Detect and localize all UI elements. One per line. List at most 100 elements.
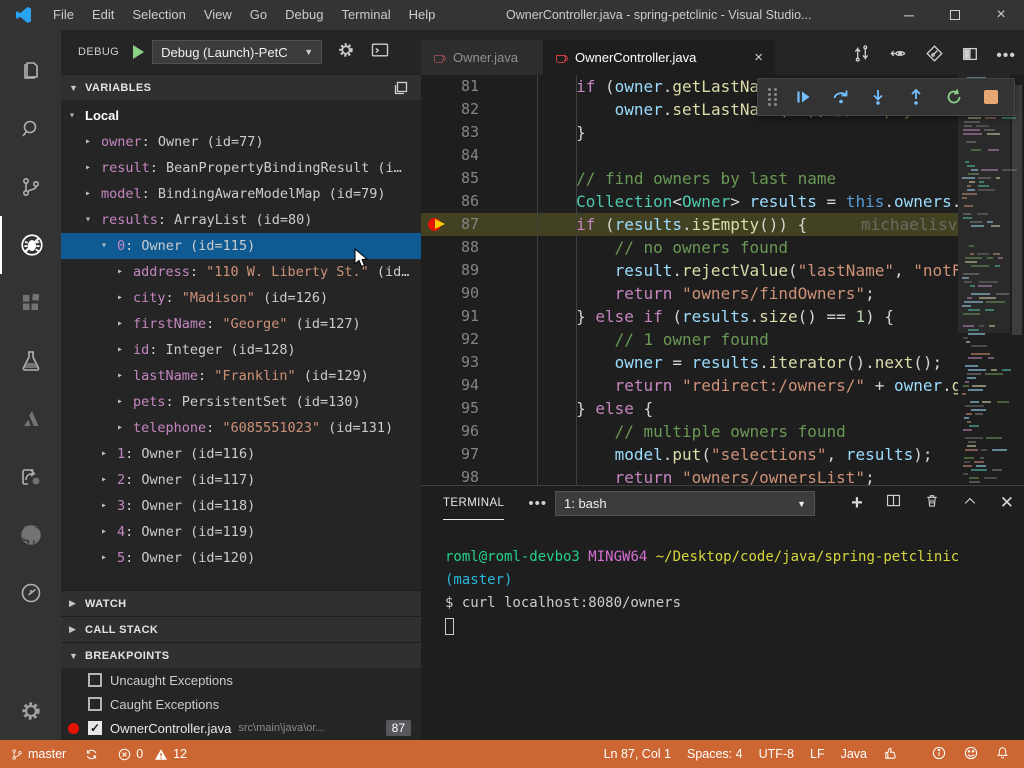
maximize-button[interactable] xyxy=(932,0,978,30)
variables-section-header[interactable]: ▼ VARIABLES xyxy=(61,74,421,100)
twisty-collapsed-icon[interactable]: ▸ xyxy=(117,259,123,285)
minimize-button[interactable]: ─ xyxy=(886,0,932,30)
toolbar-drag-handle[interactable] xyxy=(768,88,778,106)
variable-row[interactable]: ▸model: BindingAwareModelMap (id=79) xyxy=(61,181,421,207)
twisty-collapsed-icon[interactable]: ▸ xyxy=(117,389,123,415)
info-icon[interactable] xyxy=(931,745,947,764)
line-number[interactable]: 81 xyxy=(421,75,479,98)
twisty-collapsed-icon[interactable]: ▸ xyxy=(101,493,107,519)
breakpoint-row[interactable]: ✓OwnerController.javasrc\main\java\or...… xyxy=(61,716,421,740)
variable-row[interactable]: ▸firstName: "George" (id=127) xyxy=(61,311,421,337)
menu-debug[interactable]: Debug xyxy=(276,0,332,30)
new-terminal-icon[interactable]: + xyxy=(851,494,863,512)
search-icon[interactable] xyxy=(0,100,61,158)
line-number[interactable]: 92 xyxy=(421,328,479,351)
debug-console-icon[interactable] xyxy=(370,40,390,65)
stop-button[interactable] xyxy=(974,82,1008,112)
panel-more-actions-icon[interactable]: ••• xyxy=(528,495,547,512)
variable-row[interactable]: ▸5: Owner (id=120) xyxy=(61,545,421,571)
code-editor[interactable]: 81 if (owner.getLastName() == null) {82 … xyxy=(421,75,1024,530)
status-language-mode[interactable]: Java xyxy=(841,747,867,761)
terminal-output[interactable]: roml@roml-devbo3 MINGW64 ~/Desktop/code/… xyxy=(421,520,1024,638)
start-debug-icon[interactable] xyxy=(133,45,144,59)
breakpoint-checkbox[interactable] xyxy=(88,673,102,687)
source-control-icon[interactable] xyxy=(0,158,61,216)
variable-row[interactable]: ▸lastName: "Franklin" (id=129) xyxy=(61,363,421,389)
line-number[interactable]: 97 xyxy=(421,443,479,466)
code-time-gauge-icon[interactable] xyxy=(0,564,61,622)
extensions-icon[interactable] xyxy=(0,274,61,332)
line-number[interactable]: 84 xyxy=(421,144,479,167)
notifications-bell-icon[interactable] xyxy=(995,745,1010,764)
status-eol[interactable]: LF xyxy=(810,747,825,761)
explorer-icon[interactable] xyxy=(0,42,61,100)
panes-icon[interactable] xyxy=(393,80,409,99)
menu-go[interactable]: Go xyxy=(241,0,276,30)
step-out-button[interactable] xyxy=(899,82,933,112)
test-beaker-icon[interactable] xyxy=(0,332,61,390)
twisty-collapsed-icon[interactable]: ▸ xyxy=(101,441,107,467)
kill-terminal-trash-icon[interactable] xyxy=(924,492,940,514)
terminal-tab[interactable]: TERMINAL xyxy=(443,486,504,520)
line-number[interactable]: 82 xyxy=(421,98,479,121)
toggle-file-blame-eye-icon[interactable] xyxy=(888,44,908,68)
debug-icon[interactable] xyxy=(0,216,61,274)
split-terminal-icon[interactable] xyxy=(885,492,902,514)
editor-scrollbar[interactable] xyxy=(1012,85,1022,335)
twisty-collapsed-icon[interactable]: ▸ xyxy=(101,545,107,571)
variable-row[interactable]: ▸result: BeanPropertyBindingResult (i… xyxy=(61,155,421,181)
variable-row[interactable]: ▸2: Owner (id=117) xyxy=(61,467,421,493)
restart-button[interactable] xyxy=(937,82,971,112)
breakpoints-section-header[interactable]: ▼ BREAKPOINTS xyxy=(61,642,421,668)
twisty-collapsed-icon[interactable]: ▸ xyxy=(117,337,123,363)
line-number[interactable]: 91 xyxy=(421,305,479,328)
twisty-expanded-icon[interactable]: ▾ xyxy=(69,103,75,129)
twisty-collapsed-icon[interactable]: ▸ xyxy=(101,467,107,493)
call-stack-section-header[interactable]: ▶ CALL STACK xyxy=(61,616,421,642)
line-number[interactable]: 96 xyxy=(421,420,479,443)
line-number[interactable]: 88 xyxy=(421,236,479,259)
azure-icon[interactable] xyxy=(0,390,61,448)
menu-file[interactable]: File xyxy=(44,0,83,30)
breakpoint-row[interactable]: Uncaught Exceptions xyxy=(61,668,421,692)
thumbs-up-feedback-icon[interactable] xyxy=(883,745,899,764)
twisty-collapsed-icon[interactable]: ▸ xyxy=(85,129,91,155)
breakpoint-checkbox[interactable]: ✓ xyxy=(88,721,102,735)
split-editor-icon[interactable] xyxy=(961,45,979,68)
debug-settings-gear-icon[interactable] xyxy=(336,40,356,65)
step-into-button[interactable] xyxy=(861,82,895,112)
line-number[interactable]: 93 xyxy=(421,351,479,374)
step-over-button[interactable] xyxy=(824,82,858,112)
watch-section-header[interactable]: ▶ WATCH xyxy=(61,590,421,616)
close-tab-icon[interactable]: × xyxy=(754,49,763,66)
variable-row[interactable]: ▸3: Owner (id=118) xyxy=(61,493,421,519)
problems-indicator[interactable]: 0 12 xyxy=(117,747,187,762)
more-actions-icon[interactable]: ••• xyxy=(996,51,1016,61)
menu-view[interactable]: View xyxy=(195,0,241,30)
git-branch-indicator[interactable]: master xyxy=(10,747,66,762)
sync-changes-button[interactable] xyxy=(84,747,99,762)
launch-config-dropdown[interactable]: Debug (Launch)-PetC▼ xyxy=(152,40,322,64)
maximize-panel-chevron-icon[interactable] xyxy=(962,493,978,514)
manage-gear-icon[interactable] xyxy=(0,698,61,724)
variable-row[interactable]: ▾results: ArrayList (id=80) xyxy=(61,207,421,233)
menu-terminal[interactable]: Terminal xyxy=(332,0,399,30)
menu-edit[interactable]: Edit xyxy=(83,0,123,30)
variable-row[interactable]: ▸telephone: "6085551023" (id=131) xyxy=(61,415,421,441)
twisty-collapsed-icon[interactable]: ▸ xyxy=(117,415,123,441)
variable-row[interactable]: ▸owner: Owner (id=77) xyxy=(61,129,421,155)
twisty-collapsed-icon[interactable]: ▸ xyxy=(85,155,91,181)
scope-row[interactable]: ▾Local xyxy=(61,103,421,129)
tab-owner-java[interactable]: Owner.java xyxy=(421,40,543,75)
twisty-expanded-icon[interactable]: ▾ xyxy=(85,207,91,233)
variable-row[interactable]: ▸id: Integer (id=128) xyxy=(61,337,421,363)
status-cursor-position[interactable]: Ln 87, Col 1 xyxy=(604,747,671,761)
line-number[interactable]: 83 xyxy=(421,121,479,144)
twisty-collapsed-icon[interactable]: ▸ xyxy=(117,285,123,311)
github-icon[interactable] xyxy=(0,506,61,564)
continue-button[interactable] xyxy=(786,82,820,112)
line-number[interactable]: 89 xyxy=(421,259,479,282)
status-indentation[interactable]: Spaces: 4 xyxy=(687,747,743,761)
tab-ownercontroller-java[interactable]: OwnerController.java × xyxy=(543,40,775,75)
editor-status-items[interactable]: Ln 87, Col 1Spaces: 4UTF-8LFJava xyxy=(604,747,867,761)
